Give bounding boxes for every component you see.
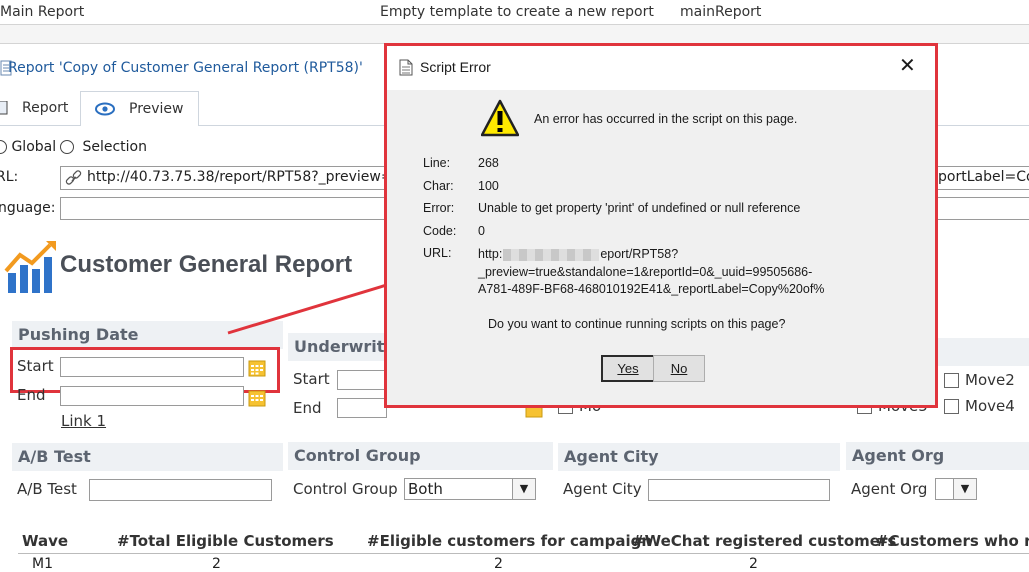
- control-group-header: Control Group: [288, 442, 553, 470]
- dialog-titlebar: Script Error ✕: [387, 46, 935, 90]
- language-field-tail[interactable]: [935, 197, 1029, 220]
- url-key: URL:: [423, 246, 452, 260]
- underwriting-start-input[interactable]: [337, 370, 387, 390]
- no-button[interactable]: No: [653, 355, 705, 382]
- url-label: RL:: [0, 169, 19, 185]
- warning-icon: [481, 99, 519, 137]
- field-key: Char:: [423, 179, 454, 193]
- template-code: mainReport: [680, 4, 762, 20]
- pushing-end-label: End: [17, 386, 46, 404]
- column-header-wave: Wave: [22, 532, 69, 550]
- document-icon: [399, 59, 413, 76]
- redacted-host: [503, 248, 600, 261]
- calendar-icon[interactable]: [248, 359, 266, 377]
- agent-city-header: Agent City: [558, 443, 840, 471]
- column-header-total-eligible: #Total Eligible Customers: [117, 532, 334, 550]
- checkbox-move2[interactable]: Move2: [944, 371, 1015, 389]
- template-description: Empty template to create a new report: [380, 4, 654, 20]
- url-value-line2: _preview=true&standalone=1&reportId=0&_u…: [478, 265, 813, 279]
- ab-test-input[interactable]: [89, 479, 272, 501]
- agent-city-input[interactable]: [648, 479, 830, 501]
- radio-global[interactable]: Global: [0, 139, 56, 155]
- link-icon: [65, 170, 82, 185]
- agent-org-select[interactable]: ▼: [935, 478, 977, 500]
- report-chart-logo-icon: [4, 241, 56, 293]
- chevron-down-icon: ▼: [953, 479, 976, 499]
- checkbox-move4[interactable]: Move4: [944, 397, 1015, 415]
- template-row-spacer: [0, 25, 1029, 43]
- script-error-dialog: Script Error ✕ An error has occurred in …: [384, 43, 938, 408]
- underwriting-header: Underwritin: [288, 333, 401, 361]
- agent-org-header: Agent Org: [846, 442, 1029, 470]
- column-header-wechat: #WeChat registered customers: [632, 532, 897, 550]
- report-tab-icon: [0, 101, 8, 115]
- report-page-title: Customer General Report: [60, 251, 353, 278]
- yes-button[interactable]: Yes: [601, 355, 655, 382]
- language-label: nguage:: [0, 200, 56, 216]
- field-value: Unable to get property 'print' of undefi…: [478, 201, 801, 215]
- ab-test-header: A/B Test: [12, 443, 283, 471]
- field-key: Error:: [423, 201, 455, 215]
- tab-preview[interactable]: Preview: [80, 91, 199, 126]
- pushing-start-input[interactable]: [60, 357, 244, 377]
- url-field-tail[interactable]: portLabel=Co: [935, 166, 1029, 190]
- report-title: Report 'Copy of Customer General Report …: [8, 60, 363, 76]
- underwriting-end-label: End: [293, 399, 322, 417]
- url-value-line3: A781-489F-BF68-468010192E41&_reportLabel…: [478, 282, 825, 296]
- field-key: Line:: [423, 156, 451, 170]
- error-message: An error has occurred in the script on t…: [534, 112, 798, 126]
- language-field[interactable]: [60, 197, 390, 220]
- column-header-customers-who: #Customers who re: [876, 532, 1029, 550]
- url-field[interactable]: http://40.73.75.38/report/RPT58?_preview…: [60, 166, 413, 190]
- agent-org-label: Agent Org: [851, 480, 928, 498]
- field-value: 100: [478, 179, 499, 193]
- underwriting-start-label: Start: [293, 370, 330, 388]
- field-value: 268: [478, 156, 499, 170]
- control-group-label: Control Group: [293, 480, 398, 498]
- field-value: 0: [478, 224, 485, 238]
- link-1[interactable]: Link 1: [61, 412, 106, 430]
- url-value-line1: http: eport/RPT58?: [478, 247, 679, 261]
- ab-test-label: A/B Test: [17, 480, 77, 498]
- eye-icon: [95, 102, 115, 116]
- table-cell: 2: [749, 556, 758, 572]
- pushing-date-header: Pushing Date: [12, 321, 283, 349]
- tab-report[interactable]: Report: [0, 91, 78, 125]
- pushing-end-input[interactable]: [60, 386, 244, 406]
- pushing-start-label: Start: [17, 357, 54, 375]
- control-group-select[interactable]: Both ▼: [404, 478, 536, 500]
- chevron-down-icon: ▼: [512, 479, 535, 499]
- continue-question: Do you want to continue running scripts …: [488, 317, 786, 331]
- close-icon[interactable]: ✕: [899, 54, 916, 78]
- column-header-eligible-campaign: #Eligible customers for campaign: [367, 532, 653, 550]
- table-cell: 2: [494, 556, 503, 572]
- table-cell: 2: [212, 556, 221, 572]
- agent-city-label: Agent City: [563, 480, 642, 498]
- dialog-title: Script Error: [420, 59, 491, 75]
- underwriting-end-input[interactable]: [337, 398, 387, 418]
- table-row: M1: [32, 556, 53, 572]
- radio-selection[interactable]: Selection: [60, 139, 147, 155]
- template-name[interactable]: Main Report: [0, 4, 84, 20]
- field-key: Code:: [423, 224, 457, 238]
- calendar-icon[interactable]: [248, 389, 266, 407]
